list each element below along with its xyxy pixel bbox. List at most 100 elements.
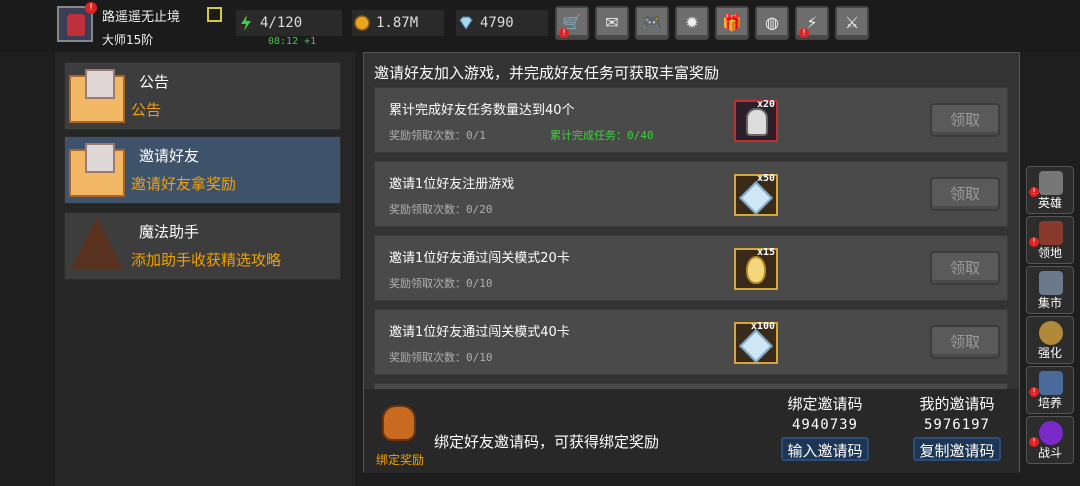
fountain-icon <box>1039 371 1063 395</box>
task-claim-count: 奖励领取次数：0/10 <box>389 277 493 290</box>
copy-code-button[interactable]: 复制邀请码 <box>913 437 1001 461</box>
gem-icon <box>459 16 473 30</box>
task-claim-count: 奖励领取次数：0/1 <box>389 129 486 142</box>
broken-sword-alert-badge: ! <box>799 28 809 38</box>
task-name: 邀请1位好友通过闯关模式20卡 <box>389 251 570 266</box>
nav-label: 领地 <box>1037 246 1062 260</box>
reward-item[interactable]: x20 <box>734 99 778 142</box>
reward-item[interactable]: x50 <box>734 173 778 216</box>
task-progress: 累计完成任务：0/40 <box>550 129 654 142</box>
sidebar-item-title: 魔法助手 <box>139 223 200 241</box>
envelope-icon <box>69 143 125 197</box>
energy-timer: 08:12 +1 <box>268 36 317 47</box>
player-name: 路遥遥无止境 <box>102 10 181 25</box>
player-avatar[interactable]: ! <box>57 2 97 42</box>
top-bar: ! 路遥遥无止境 大师15阶 4/120 08:12 +1 1.87M 4790… <box>0 0 1080 52</box>
gems-counter: 4790 <box>456 10 548 36</box>
task-row: 累计完成好友任务数量达到40个 奖励领取次数：0/1 累计完成任务：0/40 x… <box>374 87 1008 153</box>
sidebar-item-title: 公告 <box>139 73 170 91</box>
sidebar-item-magic-assistant[interactable]: 魔法助手 添加助手收获精选攻略 <box>64 212 341 280</box>
gift-icon: 🎁 <box>722 13 742 32</box>
enhance-crystal-icon <box>1039 321 1063 345</box>
settings-button[interactable]: ✹ <box>675 6 709 40</box>
player-rank: 大师15阶 <box>102 33 154 47</box>
claim-button[interactable]: 领取 <box>930 251 1000 285</box>
panel-title: 邀请好友加入游戏，并完成好友任务可获取丰富奖励 <box>374 64 720 82</box>
task-claim-count: 奖励领取次数：0/20 <box>389 203 493 216</box>
shop-alert-badge: ! <box>559 28 569 38</box>
nav-label: 培养 <box>1037 396 1062 410</box>
bind-code-value: 4940739 <box>791 417 858 433</box>
task-claim-count: 奖励领取次数：0/10 <box>389 351 493 364</box>
bind-code-footer: 绑定奖励 绑定好友邀请码，可获得绑定奖励 绑定邀请码 4940739 输入邀请码… <box>364 389 1019 473</box>
mail-button[interactable]: ✉ <box>595 6 629 40</box>
bind-code-label: 绑定邀请码 <box>787 395 863 413</box>
energy-counter: 4/120 <box>236 10 342 36</box>
nav-heroes[interactable]: ! 英雄 <box>1026 166 1074 214</box>
wizard-hat-icon <box>71 217 123 269</box>
gems-value: 4790 <box>480 15 514 31</box>
mail-icon: ✉ <box>605 13 619 32</box>
reward-quantity: x50 <box>756 173 775 184</box>
sidebar-item-subtitle: 添加助手收获精选攻略 <box>131 251 282 269</box>
sidebar-item-announcement[interactable]: 公告 公告 <box>64 62 341 130</box>
sidebar-item-invite-friends[interactable]: 邀请好友 邀请好友拿奖励 <box>64 136 341 204</box>
nav-label: 战斗 <box>1037 446 1062 460</box>
gold-coin-icon <box>354 15 370 31</box>
reward-bag-icon <box>376 399 424 447</box>
avatar-character-icon <box>67 14 85 36</box>
diamond-icon <box>739 329 773 363</box>
nav-market[interactable]: 集市 <box>1026 266 1074 314</box>
my-code-label: 我的邀请码 <box>919 395 995 413</box>
edit-name-icon[interactable] <box>207 7 222 22</box>
diamond-icon <box>739 181 773 215</box>
avatar-alert-badge: ! <box>85 2 97 14</box>
helmet-icon <box>1039 171 1063 195</box>
task-name: 邀请1位好友通过闯关模式40卡 <box>389 325 570 340</box>
sidebar-item-title: 邀请好友 <box>139 147 200 165</box>
reward-quantity: x15 <box>756 247 775 258</box>
nav-territory[interactable]: ! 领地 <box>1026 216 1074 264</box>
reward-quantity: x20 <box>756 99 775 110</box>
gift-button[interactable]: 🎁 <box>715 6 749 40</box>
castle-icon <box>1039 221 1063 245</box>
reward-item[interactable]: x100 <box>734 321 778 364</box>
bind-description: 绑定好友邀请码，可获得绑定奖励 <box>434 433 660 451</box>
gold-counter: 1.87M <box>352 10 444 36</box>
enter-code-button[interactable]: 输入邀请码 <box>781 437 869 461</box>
task-row: 邀请1位好友注册游戏 奖励领取次数：0/20 x50 领取 <box>374 161 1008 227</box>
gamepad-button[interactable]: 🎮 <box>635 6 669 40</box>
envelope-icon <box>69 69 125 123</box>
portal-icon <box>1039 421 1063 445</box>
claim-button[interactable]: 领取 <box>930 177 1000 211</box>
golden-crystal-icon <box>746 256 766 284</box>
sidebar-item-subtitle: 邀请好友拿奖励 <box>131 175 237 193</box>
nav-battle[interactable]: ! 战斗 <box>1026 416 1074 464</box>
bind-reward-label: 绑定奖励 <box>376 453 425 467</box>
claim-button[interactable]: 领取 <box>930 103 1000 137</box>
sidebar-item-subtitle: 公告 <box>131 101 162 119</box>
invite-panel: 邀请好友加入游戏，并完成好友任务可获取丰富奖励 累计完成好友任务数量达到40个 … <box>363 52 1020 473</box>
nav-enhance[interactable]: 强化 <box>1026 316 1074 364</box>
color-wheel-button[interactable]: ◍ <box>755 6 789 40</box>
energy-value: 4/120 <box>260 15 303 31</box>
battle-button[interactable]: ⚔ <box>835 6 869 40</box>
claim-button[interactable]: 领取 <box>930 325 1000 359</box>
reaper-hero-icon <box>746 108 768 136</box>
bind-code-block: 绑定邀请码 4940739 输入邀请码 <box>778 393 872 461</box>
nav-label: 集市 <box>1037 296 1062 310</box>
shop-button[interactable]: 🛒! <box>555 6 589 40</box>
task-row: 邀请1位好友通过闯关模式20卡 奖励领取次数：0/10 x15 领取 <box>374 235 1008 301</box>
gold-value: 1.87M <box>376 15 419 31</box>
crossed-swords-icon: ⚔ <box>844 13 860 32</box>
nav-label: 强化 <box>1037 346 1062 360</box>
energy-bolt-icon <box>241 15 251 31</box>
my-code-block: 我的邀请码 5976197 复制邀请码 <box>910 393 1004 461</box>
task-row: 邀请1位好友通过闯关模式40卡 奖励领取次数：0/10 x100 领取 <box>374 309 1008 375</box>
task-name: 累计完成好友任务数量达到40个 <box>389 103 575 118</box>
reward-item[interactable]: x15 <box>734 247 778 290</box>
nav-cultivate[interactable]: ! 培养 <box>1026 366 1074 414</box>
broken-sword-button[interactable]: ⚡! <box>795 6 829 40</box>
gamepad-icon: 🎮 <box>642 13 662 32</box>
reward-quantity: x100 <box>750 321 775 332</box>
